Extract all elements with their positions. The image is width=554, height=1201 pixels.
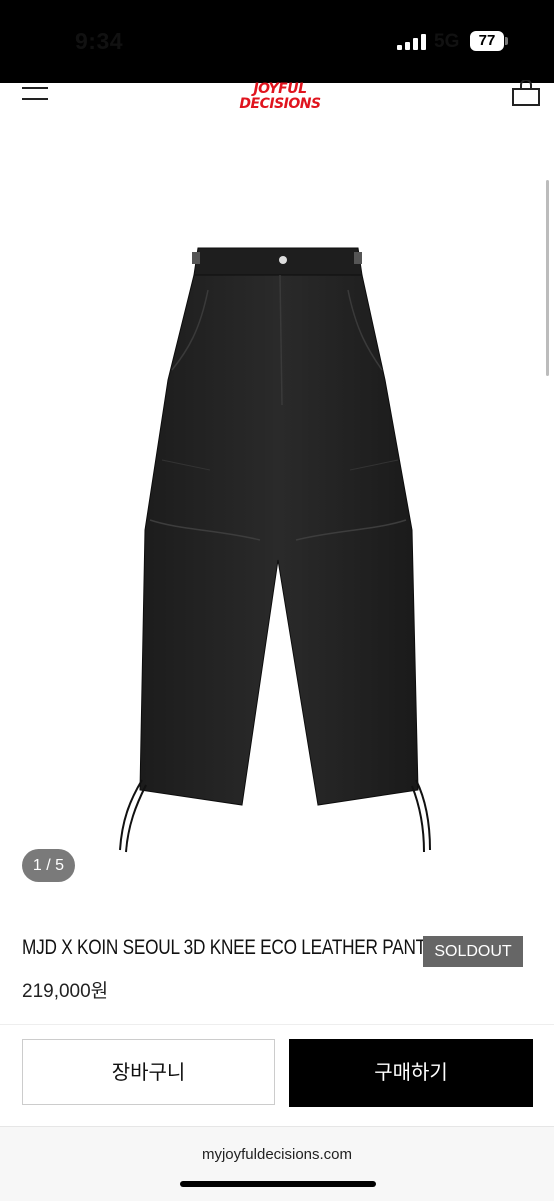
product-title: MJD X KOIN SEOUL 3D KNEE ECO LEATHER PAN… bbox=[22, 936, 438, 959]
logo-line-2: DECISIONS bbox=[239, 96, 321, 112]
status-time: 9:34 bbox=[75, 28, 124, 54]
battery-tip bbox=[505, 37, 508, 45]
soldout-badge: SOLDOUT bbox=[423, 936, 523, 967]
url-text[interactable]: myjoyfuldecisions.com bbox=[0, 1146, 554, 1163]
signal-icon bbox=[397, 34, 426, 50]
scroll-indicator[interactable] bbox=[546, 180, 549, 376]
image-counter: 1 / 5 bbox=[22, 849, 75, 882]
battery-icon: 77 bbox=[470, 31, 504, 51]
shopping-bag-icon[interactable] bbox=[510, 80, 542, 108]
brand-logo[interactable]: JOYFUL DECISIONS bbox=[230, 82, 330, 116]
browser-url-bar[interactable] bbox=[0, 1126, 554, 1201]
logo-line-1: JOYFUL bbox=[253, 81, 307, 97]
hamburger-menu-icon[interactable] bbox=[22, 84, 48, 104]
product-image[interactable] bbox=[100, 230, 460, 860]
product-price: 219,000원 bbox=[22, 981, 109, 1002]
buy-now-button[interactable]: 구매하기 bbox=[289, 1039, 533, 1107]
add-to-cart-button[interactable]: 장바구니 bbox=[22, 1039, 275, 1105]
home-indicator[interactable] bbox=[180, 1181, 376, 1187]
network-type: 5G bbox=[434, 31, 460, 52]
